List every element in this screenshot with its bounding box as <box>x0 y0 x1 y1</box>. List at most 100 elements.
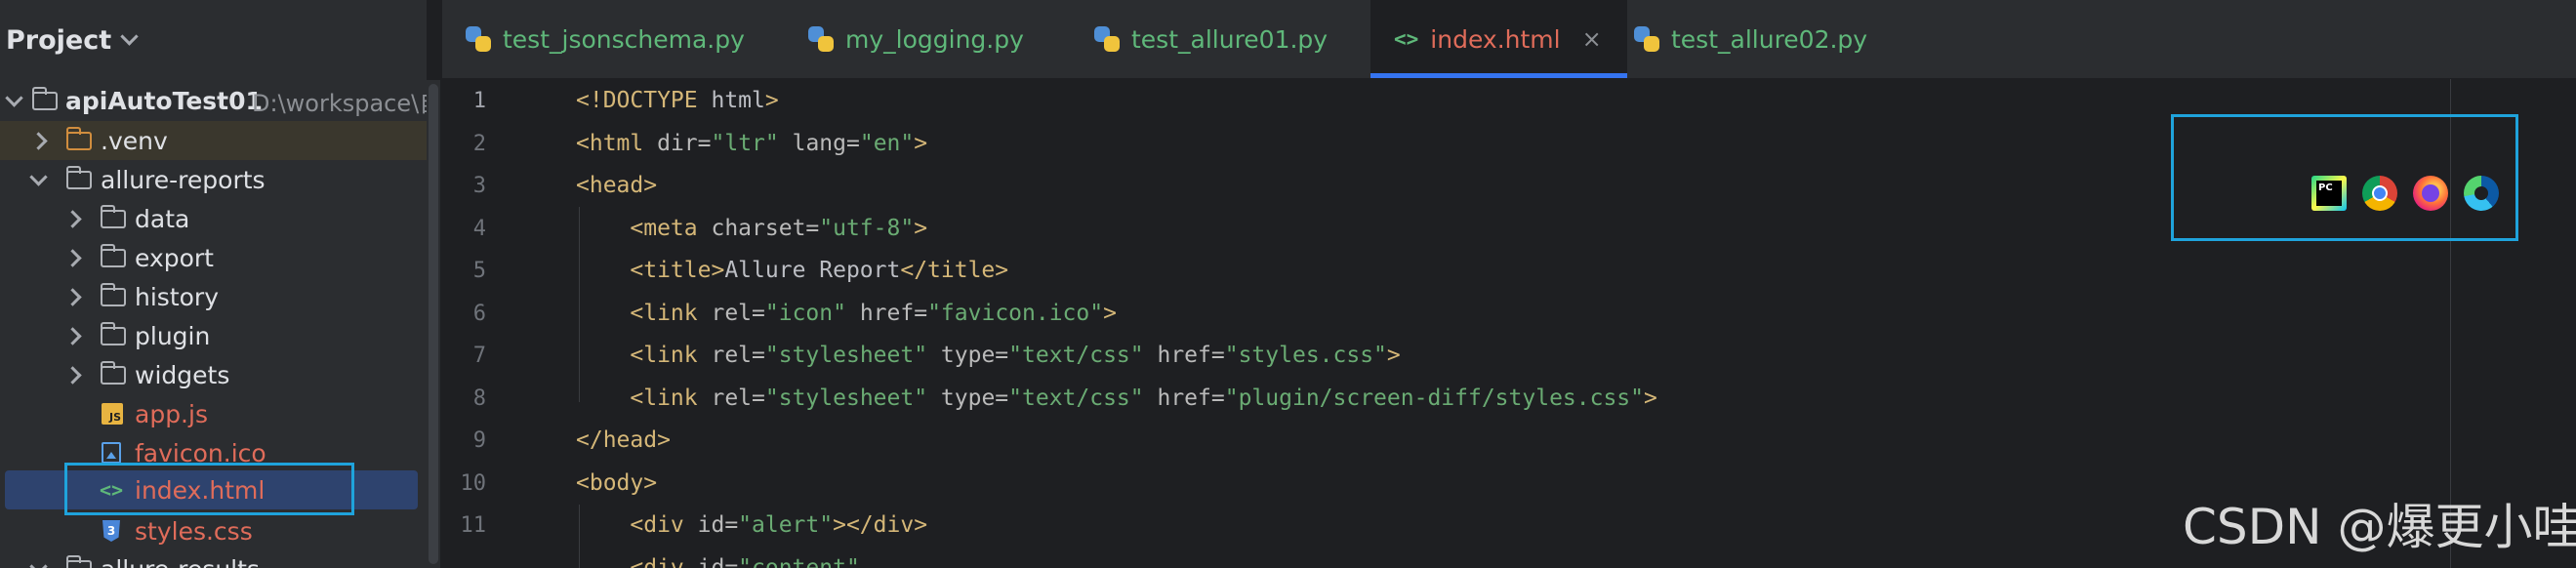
project-header[interactable]: Project <box>0 0 427 80</box>
chevron-down-icon[interactable] <box>120 26 139 46</box>
tree-item-label: allure-reports <box>101 165 266 194</box>
line-number: 4 <box>472 217 486 241</box>
code-line[interactable]: <meta charset="utf-8"> <box>576 216 927 241</box>
code-line[interactable]: <!DOCTYPE html> <box>576 88 779 113</box>
tab-my-logging[interactable]: my_logging.py <box>808 0 1024 78</box>
code-token: html <box>697 88 765 113</box>
code-token: <head> <box>576 173 658 198</box>
folder-icon <box>66 126 92 150</box>
css-file-icon: 3 <box>102 520 120 542</box>
tree-item-label: apiAutoTest01 <box>65 86 263 115</box>
tab-label: my_logging.py <box>845 24 1024 54</box>
code-line[interactable]: <html dir="ltr" lang="en"> <box>576 131 927 156</box>
code-token: "ltr" <box>711 131 779 156</box>
code-line[interactable]: <head> <box>576 173 657 198</box>
code-token: rel= <box>697 301 765 326</box>
tree-item-plugin[interactable]: plugin <box>0 316 427 355</box>
tree-item-allure-reports[interactable]: allure-reports <box>0 160 427 199</box>
code-token: id= <box>683 555 739 568</box>
edge-icon[interactable] <box>2464 176 2499 211</box>
tree-item-styles-css[interactable]: 3 styles.css <box>0 511 427 550</box>
folder-icon <box>101 243 126 267</box>
tree-item-app-js[interactable]: JS app.js <box>0 394 427 433</box>
code-token: "alert" <box>738 512 834 538</box>
tab-test-allure02[interactable]: test_allure02.py <box>1634 0 1867 78</box>
tree-item-label: styles.css <box>135 516 253 546</box>
chevron-right-icon[interactable] <box>63 365 82 385</box>
firefox-icon[interactable] <box>2413 176 2448 211</box>
chevron-down-icon[interactable] <box>5 88 23 107</box>
tab-test-jsonschema[interactable]: test_jsonschema.py <box>466 0 745 78</box>
chevron-right-icon[interactable] <box>63 326 82 345</box>
code-token: "styles.css" <box>1224 343 1387 368</box>
code-token: </title> <box>900 258 1009 283</box>
code-token: <div <box>630 512 684 538</box>
code-line[interactable]: <link rel="stylesheet" type="text/css" h… <box>576 385 1656 411</box>
folder-icon <box>101 282 126 306</box>
tree-item-label: export <box>135 243 214 272</box>
folder-icon <box>101 204 126 228</box>
chevron-right-icon[interactable] <box>29 131 48 150</box>
code-token: href= <box>1143 385 1225 411</box>
code-token: type= <box>927 343 1009 368</box>
tree-item-path: D:\workspace\自动 <box>252 89 427 117</box>
code-line[interactable]: <title>Allure Report</title> <box>576 258 1008 283</box>
close-icon[interactable]: × <box>1582 25 1602 53</box>
tree-item-data[interactable]: data <box>0 199 427 238</box>
tree-item-label: allure-results <box>101 555 260 568</box>
tree-item-widgets[interactable]: widgets <box>0 355 427 394</box>
code-line[interactable]: <body> <box>576 470 657 496</box>
code-token: "en" <box>859 131 915 156</box>
code-line[interactable]: </head> <box>576 427 671 453</box>
code-token: "utf-8" <box>819 216 915 241</box>
line-number: 7 <box>472 344 486 368</box>
python-file-icon <box>1634 26 1659 52</box>
chevron-right-icon[interactable] <box>63 209 82 228</box>
code-token: "content" <box>738 555 860 568</box>
code-token: ></div> <box>833 512 928 538</box>
tree-item-apiautotest01[interactable]: apiAutoTest01 D:\workspace\自动 <box>0 81 427 120</box>
tree-item-venv[interactable]: .venv <box>0 121 427 160</box>
code-token: dir= <box>643 131 712 156</box>
watermark: CSDN @爆更小哇 <box>2183 499 2576 555</box>
chevron-right-icon[interactable] <box>63 248 82 267</box>
line-number: 1 <box>472 89 486 113</box>
line-number: 8 <box>472 386 486 411</box>
tab-label: test_allure01.py <box>1131 24 1329 54</box>
chevron-down-icon[interactable] <box>29 556 48 568</box>
pycharm-icon[interactable] <box>2311 176 2347 211</box>
code-token: href= <box>845 301 928 326</box>
code-token: "plugin/screen-diff/styles.css" <box>1224 385 1644 411</box>
code-token: <body> <box>576 470 658 496</box>
code-token: "stylesheet" <box>764 343 928 368</box>
line-number: 10 <box>460 471 487 496</box>
code-token: "text/css" <box>1008 343 1144 368</box>
tree-item-history[interactable]: history <box>0 277 427 316</box>
code-line[interactable]: <div id="alert"></div> <box>576 512 927 538</box>
tree-item-allure-results[interactable]: allure-results <box>0 549 427 568</box>
code-line[interactable]: <link rel="stylesheet" type="text/css" h… <box>576 343 1401 368</box>
code-token: <meta <box>630 216 698 241</box>
chevron-down-icon[interactable] <box>29 167 48 186</box>
code-token: id= <box>683 512 739 538</box>
tab-index-html[interactable]: <> index.html × <box>1370 0 1627 78</box>
tree-item-export[interactable]: export <box>0 238 427 277</box>
sidebar-scrollbar[interactable] <box>427 80 440 568</box>
code-token: lang= <box>778 131 860 156</box>
tab-test-allure01[interactable]: test_allure01.py <box>1094 0 1328 78</box>
code-line[interactable]: <link rel="icon" href="favicon.ico"> <box>576 301 1117 326</box>
tree-item-label: plugin <box>135 321 211 350</box>
line-number: 2 <box>472 132 486 156</box>
chevron-right-icon[interactable] <box>63 287 82 306</box>
tree-item-label: history <box>135 282 219 311</box>
code-token: > <box>914 131 928 156</box>
code-line[interactable]: <div id="content" <box>576 555 860 568</box>
browser-preview-toolbar <box>2311 176 2499 211</box>
python-file-icon <box>808 26 834 52</box>
scrollbar-thumb[interactable] <box>429 84 438 564</box>
code-token: rel= <box>697 343 765 368</box>
line-number: 6 <box>472 302 486 326</box>
code-token: > <box>1386 343 1401 368</box>
chrome-icon[interactable] <box>2362 176 2397 211</box>
code-token: <link <box>630 301 698 326</box>
